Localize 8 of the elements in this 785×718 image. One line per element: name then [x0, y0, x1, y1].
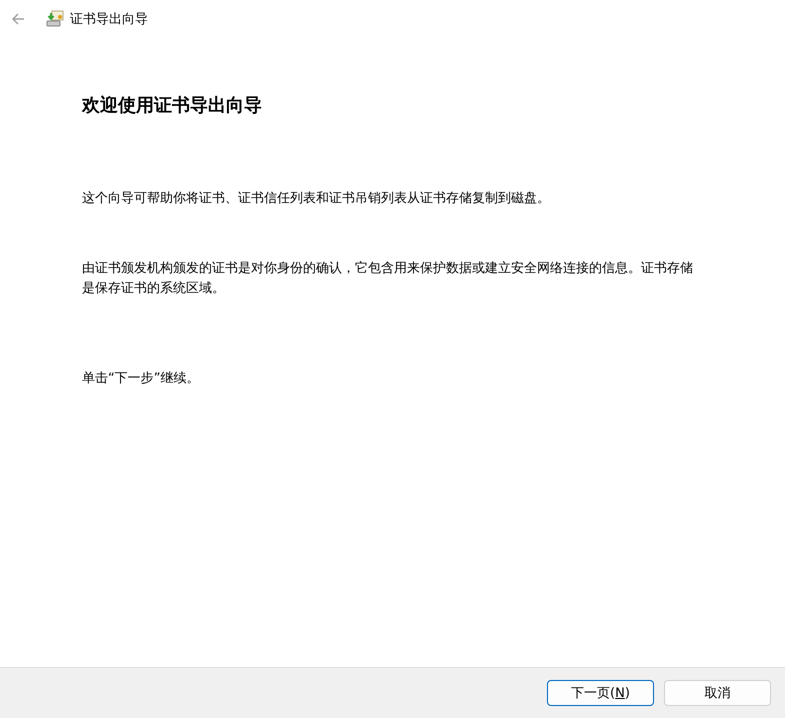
paragraph: 由证书颁发机构颁发的证书是对你身份的确认，它包含用来保护数据或建立安全网络连接的信息。证书存储是保存证书的系统区域。: [82, 260, 694, 298]
paragraph: 单击“下一步”继续。: [82, 370, 200, 388]
next-button[interactable]: 下一页(N): [547, 680, 654, 706]
window-title: 证书导出向导: [70, 11, 148, 28]
wizard-heading: 欢迎使用证书导出向导: [82, 94, 263, 117]
cancel-button[interactable]: 取消: [664, 680, 771, 706]
certificate-disk-icon: [46, 10, 64, 28]
paragraph: 这个向导可帮助你将证书、证书信任列表和证书吊销列表从证书存储复制到磁盘。: [82, 190, 551, 208]
